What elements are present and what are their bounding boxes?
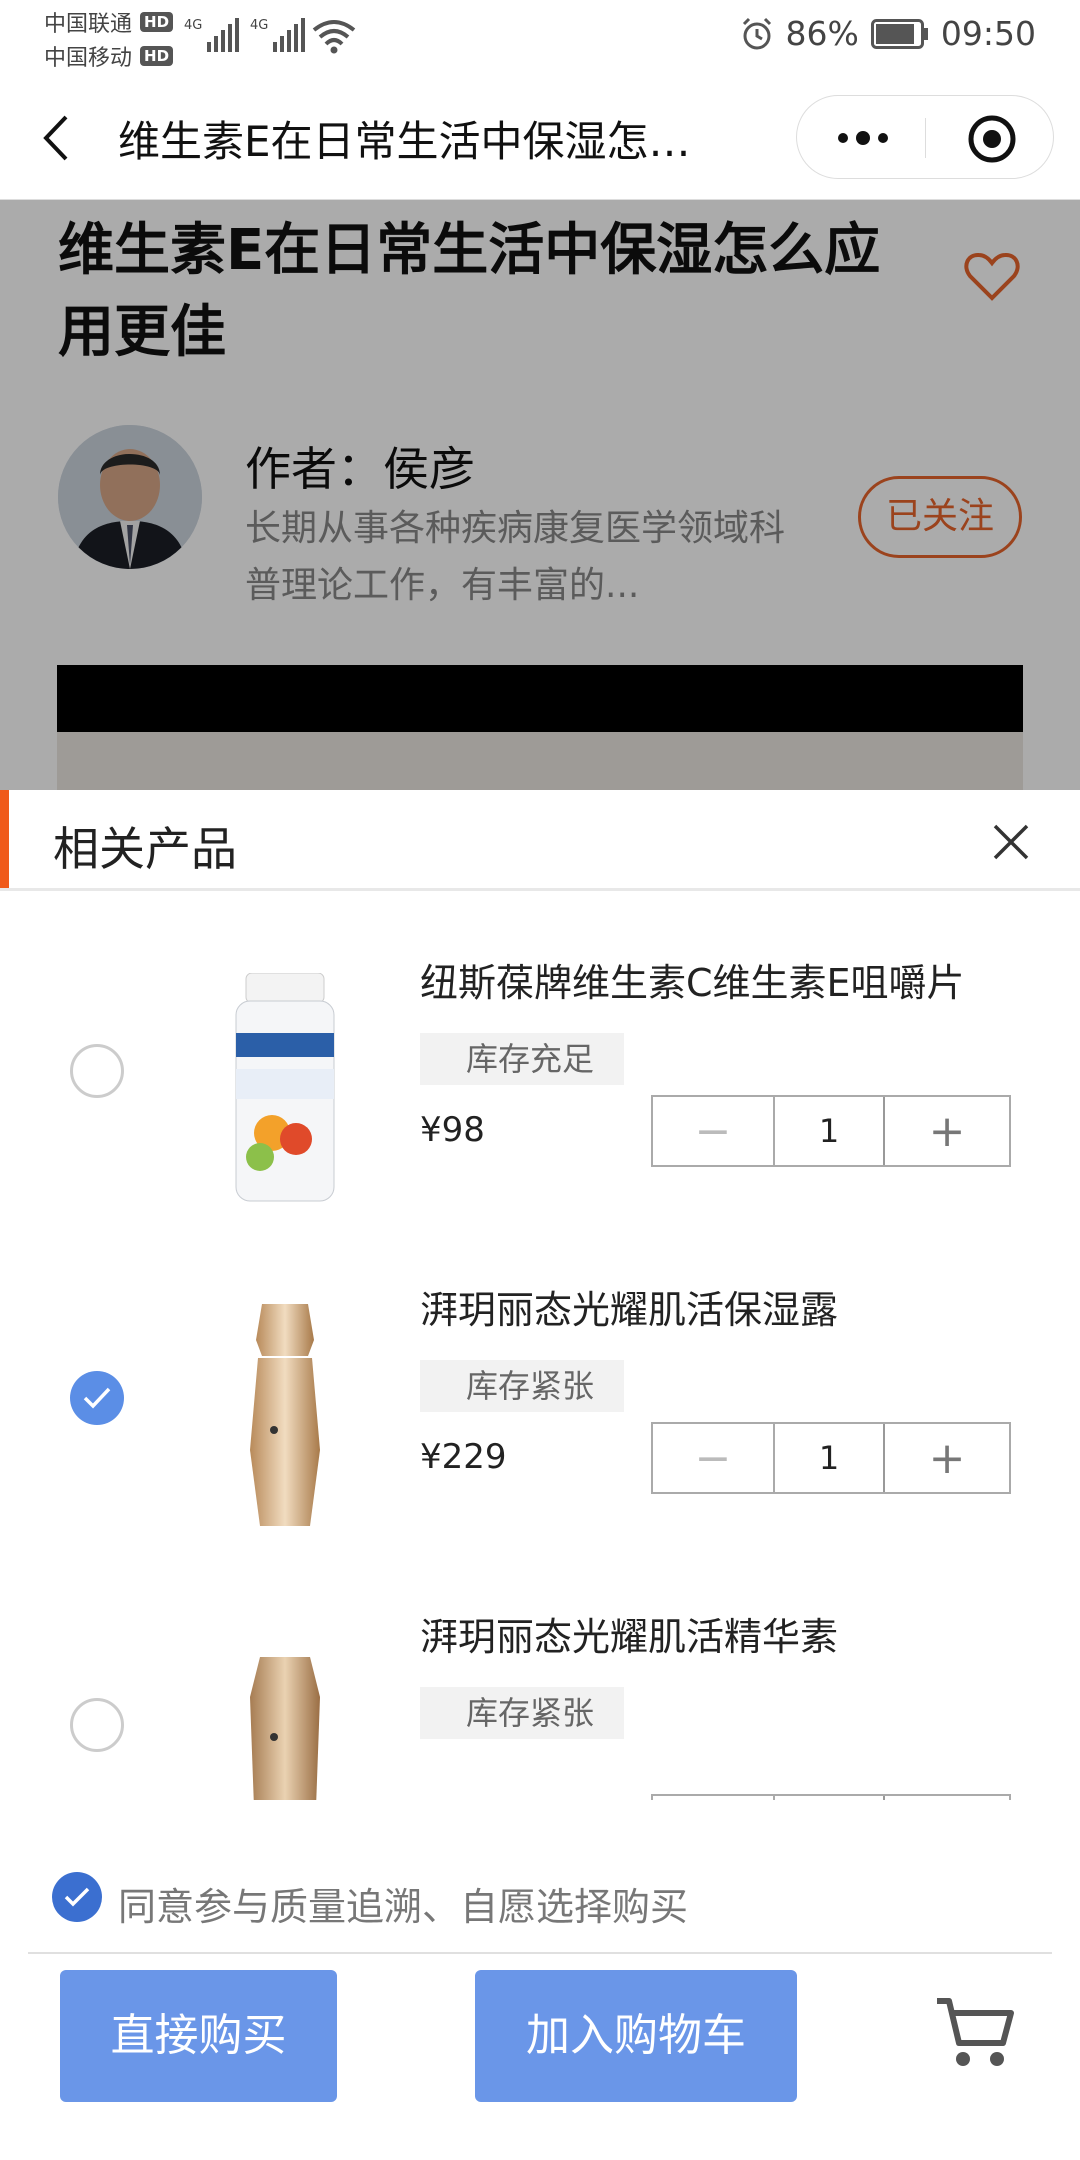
product-name[interactable]: 湃玥丽态光耀肌活保湿露: [420, 1279, 980, 1334]
more-icon[interactable]: [835, 126, 891, 150]
nav-title: 维生素E在日常生活中保湿怎么应用更佳: [118, 117, 698, 166]
capsule-divider: [925, 118, 926, 158]
cart-icon[interactable]: [935, 1995, 1015, 2071]
quantity-value[interactable]: [775, 1796, 885, 1800]
carrier-2: 中国移动 HD: [44, 40, 174, 72]
product-image-serum-bottle: [250, 1657, 320, 1800]
product-price: ¥229: [420, 1437, 507, 1477]
status-bar: 中国联通 HD 中国移动 HD 4G 4G 86% 09:50: [0, 0, 1080, 75]
sheet-title: 相关产品: [53, 822, 237, 876]
buy-now-button[interactable]: 直接购买: [60, 1970, 337, 2102]
stock-badge: 库存紧张: [420, 1360, 625, 1412]
alarm-icon: [742, 17, 771, 49]
stock-badge: 库存紧张: [420, 1687, 625, 1739]
increase-button[interactable]: +: [885, 1097, 1009, 1165]
clock: 09:50: [940, 14, 1036, 53]
target-icon[interactable]: [967, 114, 1017, 164]
modal-overlay[interactable]: [0, 200, 1080, 790]
quantity-stepper: − 1 +: [651, 1422, 1011, 1494]
check-icon: [64, 1887, 90, 1907]
nav-bar: 维生素E在日常生活中保湿怎么应用更佳: [0, 75, 1080, 200]
product-item[interactable]: 纽斯葆牌维生素C维生素E咀嚼片 库存充足 ¥98 − 1 +: [0, 892, 1080, 1219]
check-icon: [83, 1387, 111, 1409]
product-select-radio[interactable]: [70, 1044, 124, 1098]
product-select-radio[interactable]: [70, 1698, 124, 1752]
product-name[interactable]: 湃玥丽态光耀肌活精华素: [420, 1606, 980, 1661]
decrease-button[interactable]: [653, 1796, 775, 1800]
mini-program-capsule: [796, 95, 1054, 179]
back-icon[interactable]: [40, 113, 74, 163]
signal-icon: 4G: [184, 18, 240, 52]
carrier-2-label: 中国移动: [44, 46, 133, 71]
sheet-divider: [0, 888, 1080, 891]
product-item[interactable]: 湃玥丽态光耀肌活精华素 库存紧张: [0, 1546, 1080, 1800]
increase-button[interactable]: [885, 1796, 1009, 1800]
related-products-sheet: 相关产品 纽斯葆牌维生素C维生素E咀嚼片 库存充足 ¥98 − 1 + 湃玥丽态…: [0, 790, 1080, 2160]
close-icon[interactable]: [992, 823, 1030, 861]
quantity-stepper: − 1 +: [651, 1095, 1011, 1167]
agree-checkbox[interactable]: [52, 1872, 102, 1922]
quantity-value[interactable]: 1: [775, 1424, 885, 1492]
carrier-1-label: 中国联通: [44, 12, 133, 37]
product-image-vitamin-bottle: [235, 973, 335, 1202]
decrease-button[interactable]: −: [653, 1097, 775, 1165]
hd-badge: HD: [140, 12, 174, 32]
product-price: ¥98: [420, 1110, 485, 1150]
wifi-icon: [312, 20, 356, 54]
quantity-value[interactable]: 1: [775, 1097, 885, 1165]
product-item[interactable]: 湃玥丽态光耀肌活保湿露 库存紧张 ¥229 − 1 +: [0, 1219, 1080, 1546]
increase-button[interactable]: +: [885, 1424, 1009, 1492]
product-name[interactable]: 纽斯葆牌维生素C维生素E咀嚼片: [420, 952, 980, 1007]
sheet-title-accent: [0, 790, 9, 890]
quantity-stepper: [651, 1794, 1011, 1800]
hd-badge: HD: [140, 46, 174, 66]
carrier-1: 中国联通 HD: [44, 6, 174, 38]
product-select-radio[interactable]: [70, 1371, 124, 1425]
product-list[interactable]: 纽斯葆牌维生素C维生素E咀嚼片 库存充足 ¥98 − 1 + 湃玥丽态光耀肌活保…: [0, 892, 1080, 1800]
status-right: 86% 09:50: [740, 14, 1036, 53]
decrease-button[interactable]: −: [653, 1424, 775, 1492]
network-label: 4G: [250, 18, 269, 33]
stock-badge: 库存充足: [420, 1033, 625, 1085]
signal-icon: 4G: [250, 18, 306, 52]
agree-label[interactable]: 同意参与质量追溯、自愿选择购买: [118, 1876, 688, 1931]
product-image-lotion-bottle: [250, 1304, 320, 1526]
footer-divider: [28, 1952, 1052, 1954]
battery-icon: [870, 18, 928, 49]
battery-percent: 86%: [785, 14, 859, 53]
network-label: 4G: [184, 18, 203, 33]
add-to-cart-button[interactable]: 加入购物车: [475, 1970, 797, 2102]
